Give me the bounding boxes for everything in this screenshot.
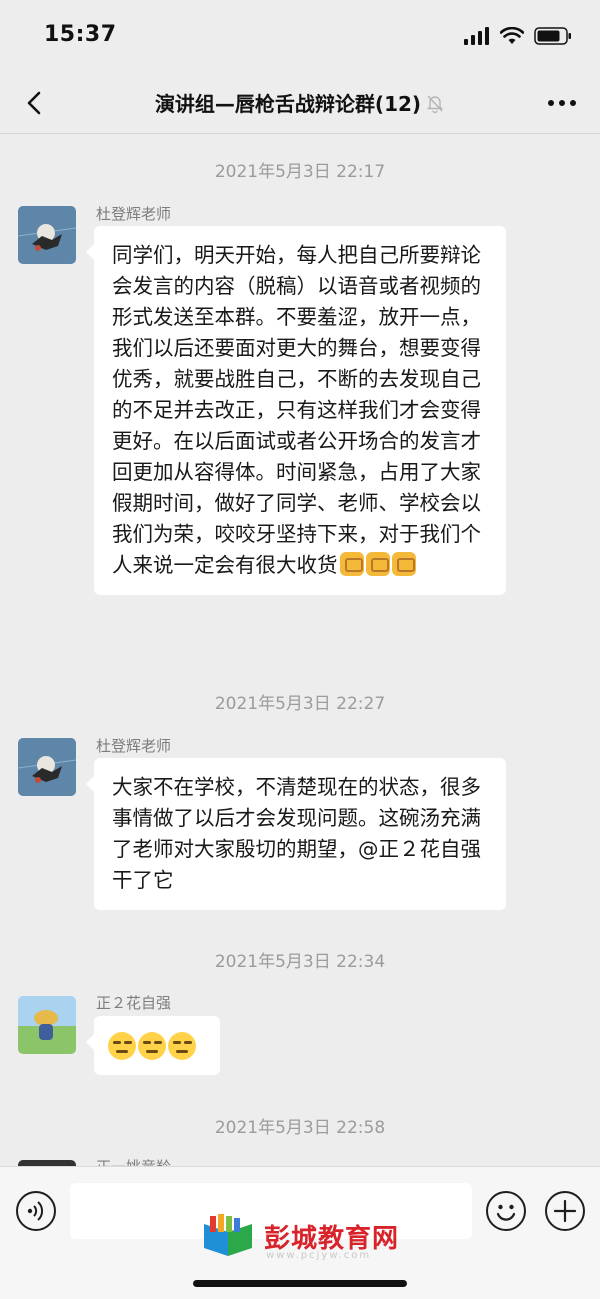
message-timestamp: 2021年5月3日 22:27 [214, 694, 386, 714]
wifi-icon [500, 27, 524, 44]
nav-title-container: 演讲组—唇枪舌战辩论群(12) [0, 88, 600, 117]
message-timestamp: 2021年5月3日 22:34 [214, 952, 386, 972]
bell-muted-icon [426, 95, 444, 113]
sender-name: 杜登辉老师 [96, 737, 172, 755]
plus-icon [553, 1199, 577, 1223]
smirk-emoji [138, 1032, 166, 1060]
fist-emoji [391, 552, 416, 576]
book-logo-icon [204, 1214, 252, 1256]
smiley-icon [496, 1204, 516, 1221]
battery-icon [534, 27, 571, 45]
message-text: 同学们，明天开始，每人把自己所要辩论会发言的内容（脱稿）以语音或者视频的形式发送… [112, 243, 481, 577]
sender-name: 正２花自强 [96, 994, 172, 1012]
home-indicator[interactable] [193, 1280, 407, 1287]
message-bubble[interactable]: 大家不在学校，不清楚现在的状态，很多事情做了以后才会发现问题。这碗汤充满了老师对… [86, 758, 506, 910]
nav-bar: 演讲组—唇枪舌战辩论群(12) [0, 72, 600, 134]
avatar[interactable] [18, 996, 76, 1054]
avatar-student-icon [18, 996, 76, 1054]
emoji-button[interactable] [486, 1191, 526, 1231]
watermark-logo: 彭城教育网 www.pcjyw.com [200, 1212, 410, 1261]
avatar-teacher-icon [18, 206, 76, 264]
status-time: 15:37 [44, 22, 117, 47]
watermark-text: 彭城教育网 [264, 1223, 400, 1254]
watermark-subtext: www.pcjyw.com [266, 1250, 372, 1261]
message-timestamp: 2021年5月3日 22:58 [214, 1118, 386, 1138]
message-timestamp: 2021年5月3日 22:17 [214, 162, 386, 182]
status-icons [464, 26, 572, 46]
voice-icon [27, 1201, 44, 1221]
smirk-emoji [168, 1032, 196, 1060]
more-dots-icon [548, 100, 576, 106]
signal-icon [464, 27, 489, 45]
message-bubble[interactable]: 同学们，明天开始，每人把自己所要辩论会发言的内容（脱稿）以语音或者视频的形式发送… [86, 226, 506, 595]
fist-emoji [365, 552, 390, 576]
avatar-teacher-icon [18, 738, 76, 796]
voice-button[interactable] [16, 1191, 56, 1231]
more-button[interactable] [546, 90, 578, 116]
status-bar: 15:37 [0, 0, 600, 72]
message-text: 大家不在学校，不清楚现在的状态，很多事情做了以后才会发现问题。这碗汤充满了老师对… [112, 775, 481, 892]
plus-button[interactable] [545, 1191, 585, 1231]
fist-emoji [339, 552, 364, 576]
smirk-emoji [108, 1032, 136, 1060]
avatar[interactable] [18, 206, 76, 264]
sender-name: 杜登辉老师 [96, 205, 172, 223]
chat-title: 演讲组—唇枪舌战辩论群(12) [154, 92, 422, 116]
sender-name: 正一姚竞羚 [96, 1156, 171, 1166]
message-bubble[interactable] [86, 1016, 220, 1075]
avatar[interactable] [18, 738, 76, 796]
